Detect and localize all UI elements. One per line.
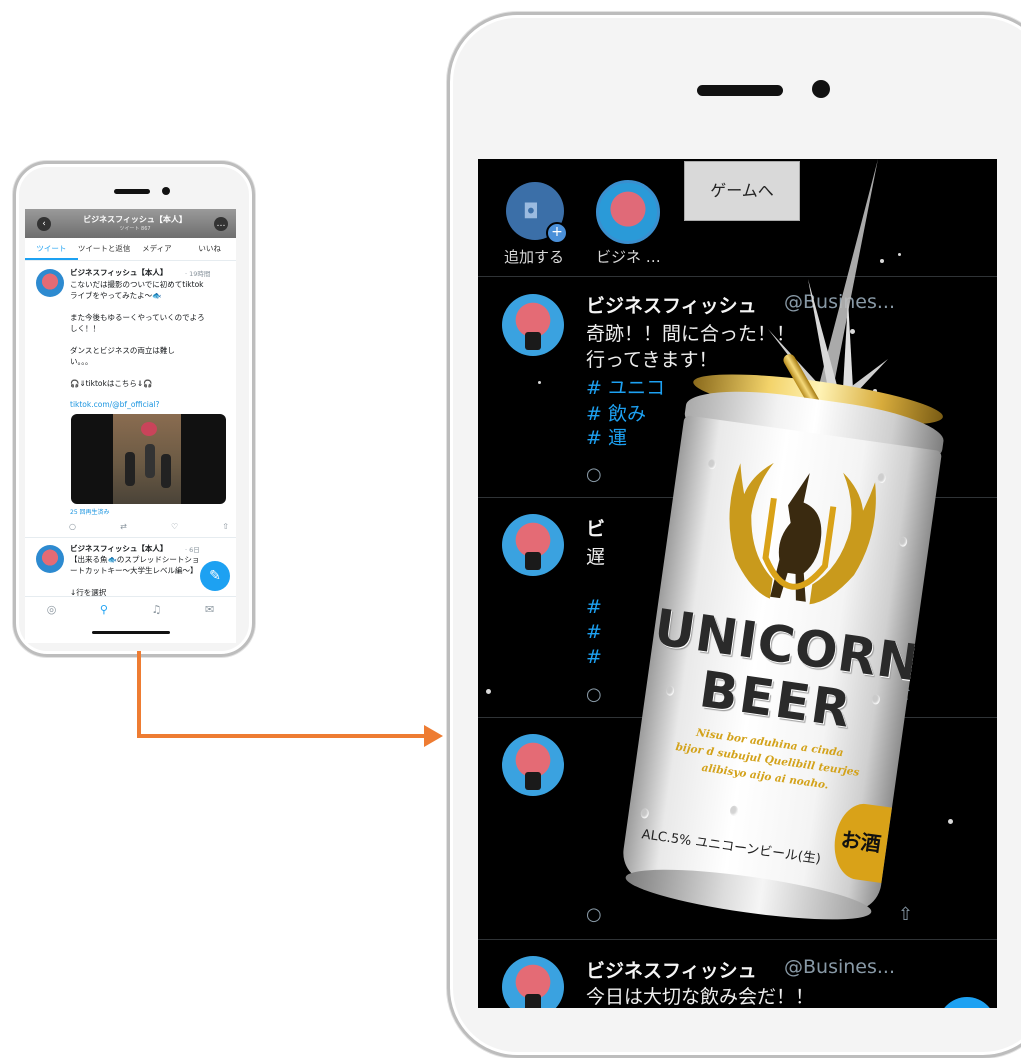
hashtag[interactable]: # [586, 646, 602, 668]
large-phone-camera [812, 80, 830, 98]
hashtag[interactable]: # [586, 596, 602, 618]
bell-icon[interactable]: ♫ [152, 603, 162, 616]
avatar[interactable] [502, 734, 564, 796]
tweet-actions: ○ ⇄ ♡ ⇧ [69, 522, 229, 531]
tweet-handle: @Busines... [784, 956, 896, 978]
compose-button[interactable]: ✎ [200, 561, 230, 591]
avatar[interactable] [502, 956, 564, 1008]
condensation-drop [707, 458, 717, 470]
retweet-icon[interactable]: ⇄ [120, 522, 127, 531]
bubble [538, 381, 541, 384]
profile-tabs: ツイート ツイートと返信 メディア いいね [25, 238, 236, 261]
share-icon[interactable]: ⇧ [222, 522, 229, 531]
small-phone-speaker [114, 189, 150, 194]
unicorn-beer-can: UNICORN BEER Nisu bor aduhina a cinda bi… [617, 351, 950, 935]
tweet-time: · 6日 [185, 546, 200, 554]
can-body: UNICORN BEER Nisu bor aduhina a cinda bi… [619, 415, 943, 915]
hashtag[interactable]: # ユニコ [586, 373, 665, 400]
small-phone-screen: ‹ ビジネスフィッシュ【本人】 ツイート 867 … ツイート ツイートと返信 … [25, 209, 236, 643]
hashtag[interactable]: # [586, 621, 602, 643]
small-phone-camera [162, 187, 170, 195]
arrow-stem [137, 651, 141, 738]
avatar[interactable] [36, 269, 64, 297]
avatar[interactable] [502, 294, 564, 356]
condensation-drop [898, 536, 908, 548]
tweet-text: 今日は大切な飲み会だ！！ [586, 986, 815, 1008]
tweet-link[interactable]: tiktok.com/@bf_official? [70, 399, 230, 410]
fleet-avatar[interactable] [596, 180, 660, 244]
divider [478, 276, 997, 277]
bubble [948, 819, 953, 824]
like-icon[interactable]: ♡ [171, 522, 178, 531]
large-phone-speaker [697, 85, 783, 96]
large-phone-screen: ◘ + 追加する ビジネ … ゲームへ ビジネスフィッシュ @Busines..… [478, 159, 997, 1008]
reply-icon[interactable]: ○ [69, 522, 76, 531]
plus-icon: + [546, 222, 568, 244]
fleet-label-add: 追加する [504, 248, 565, 266]
tweet-author[interactable]: ビジネスフィッシュ【本人】 [70, 267, 167, 278]
condensation-drop [640, 807, 650, 819]
reply-icon[interactable]: ○ [586, 464, 602, 485]
more-icon[interactable]: … [214, 217, 228, 231]
tab-likes[interactable]: いいね [183, 238, 236, 260]
view-count: 25 回再生済み [70, 509, 110, 516]
tab-tweets[interactable]: ツイート [25, 238, 78, 260]
avatar[interactable] [502, 514, 564, 576]
arrow-line [137, 734, 427, 738]
search-icon[interactable]: ⚲ [100, 603, 108, 616]
alcohol-badge: お酒 [829, 800, 892, 883]
hashtag[interactable]: # 運 [586, 423, 627, 450]
splash-icon [768, 159, 888, 394]
back-icon[interactable]: ‹ [37, 217, 51, 231]
share-icon[interactable]: ⇧ [898, 904, 913, 925]
avatar[interactable] [36, 545, 64, 573]
hashtag[interactable]: # 飲み [586, 399, 646, 426]
tweet-video[interactable] [71, 414, 226, 504]
tab-media[interactable]: メディア [131, 238, 184, 260]
alcohol-label: ALC.5% ユニコーンビール(生) [640, 827, 822, 868]
bubble [898, 253, 901, 256]
divider [478, 939, 997, 940]
tweet-author[interactable]: ビ [586, 514, 605, 541]
tweet-author[interactable]: ビジネスフィッシュ [586, 291, 757, 318]
profile-header: ‹ ビジネスフィッシュ【本人】 ツイート 867 … [25, 209, 236, 238]
reply-icon[interactable]: ○ [586, 684, 602, 705]
tweet-count: ツイート 867 [119, 226, 151, 232]
video-frame [113, 414, 181, 504]
spaces-icon[interactable]: ◎ [47, 603, 57, 616]
small-phone-home-bar [92, 631, 170, 634]
tweet-text: 遅 [586, 546, 606, 568]
fleet-label-user: ビジネ … [596, 248, 661, 266]
profile-title: ビジネスフィッシュ【本人】 [83, 215, 187, 224]
mail-icon[interactable]: ✉ [205, 603, 214, 616]
camera-icon: ◘ [523, 199, 539, 223]
reply-icon[interactable]: ○ [586, 904, 602, 925]
tab-tweets-replies[interactable]: ツイートと返信 [78, 238, 131, 260]
tweet-time: · 19時間 [185, 270, 211, 278]
tweet-author[interactable]: ビジネスフィッシュ [586, 956, 757, 983]
tweet-author[interactable]: ビジネスフィッシュ【本人】 [70, 543, 167, 554]
arrow-head-icon [424, 725, 443, 747]
tweet-text: こないだは撮影のついでに初めてtiktok ライブをやってみたよ〜🐟 また今後も… [70, 280, 205, 388]
condensation-drop [729, 805, 739, 817]
bottom-nav: ◎ ⚲ ♫ ✉ [25, 596, 236, 622]
unicorn-emblem-icon [729, 462, 876, 605]
compose-button[interactable] [938, 997, 996, 1008]
bubble [486, 689, 491, 694]
divider [25, 537, 236, 538]
